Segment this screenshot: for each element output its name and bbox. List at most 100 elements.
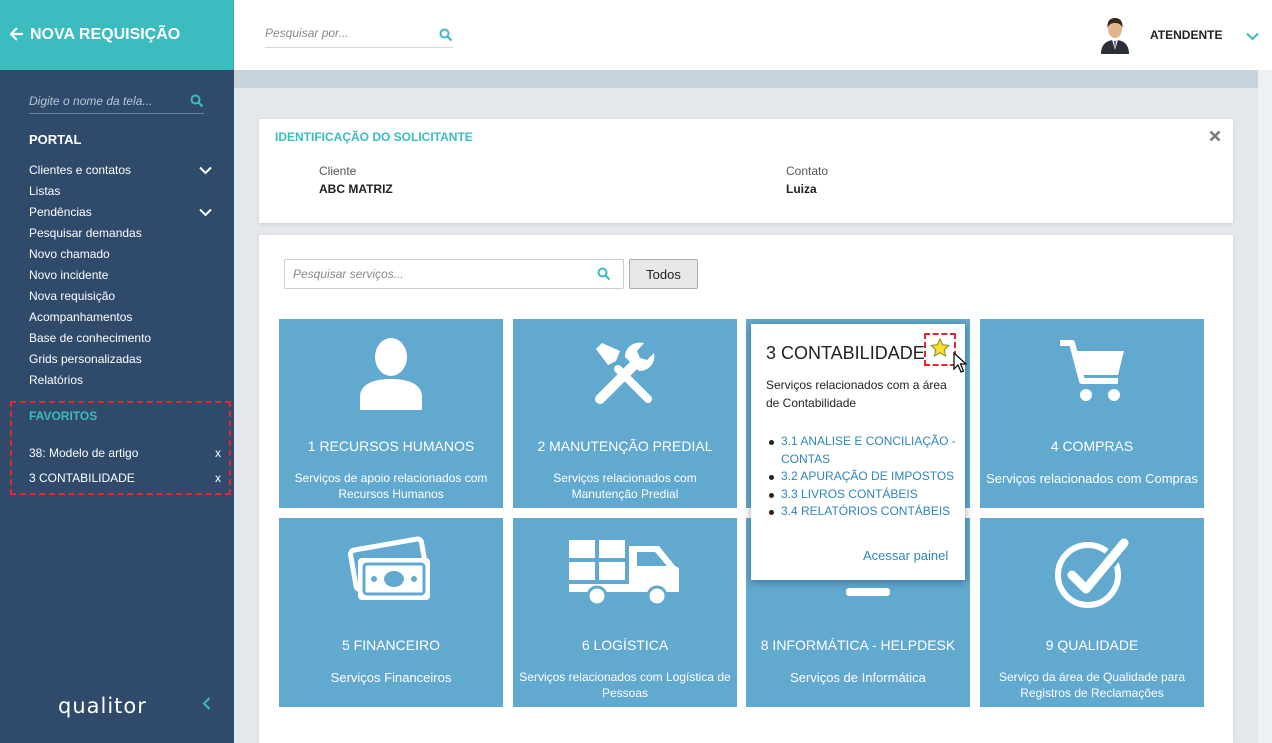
sidebar-item-nova-requisicao[interactable]: Nova requisição — [29, 288, 209, 309]
sidebar-section-title: PORTAL — [29, 132, 82, 147]
service-tile-desc: Serviços Financeiros — [330, 670, 452, 685]
favorite-item-label: 3 CONTABILIDADE — [29, 471, 135, 485]
service-tile-title: 4 COMPRAS — [1050, 438, 1134, 454]
sidebar-item-acompanhamentos[interactable]: Acompanhamentos — [29, 309, 209, 330]
favorites-section: FAVORITOS 38: Modelo de artigo x 3 CONTA… — [10, 401, 231, 495]
popup-description: Serviços relacionados com a área de Cont… — [766, 378, 947, 410]
cart-icon — [980, 327, 1204, 417]
service-tile-desc: Serviços relacionados com Logística de P… — [519, 670, 731, 700]
service-search — [284, 259, 624, 289]
tools-icon — [513, 327, 737, 417]
mouse-cursor-icon — [953, 351, 968, 379]
sidebar-item-label: Relatórios — [29, 373, 84, 387]
service-tile-title: 1 RECURSOS HUMANOS — [307, 438, 475, 454]
qualitor-logo: qualitor — [58, 694, 147, 718]
check-circle-icon — [980, 526, 1204, 616]
sidebar-item-label: Novo chamado — [29, 247, 110, 261]
sidebar-item-label: Listas — [29, 184, 61, 198]
topbar: ATENDENTE — [234, 0, 1272, 70]
service-tile-title: 8 INFORMÁTICA - HELPDESK — [760, 637, 956, 653]
sidebar-item-novo-incidente[interactable]: Novo incidente — [29, 267, 209, 288]
search-icon[interactable] — [190, 94, 204, 113]
sidebar-item-base-conhecimento[interactable]: Base de conhecimento — [29, 330, 209, 351]
subservice-link[interactable]: 3.4 RELATÓRIOS CONTÁBEIS — [766, 503, 961, 521]
subservice-link[interactable]: 3.1 ANALISE E CONCILIAÇÃO - CONTAS — [766, 433, 961, 468]
requester-card: IDENTIFICAÇÃO DO SOLICITANTE Cliente ABC… — [259, 119, 1233, 223]
chevron-down-icon[interactable] — [199, 205, 212, 222]
sidebar-item-label: Base de conhecimento — [29, 331, 152, 345]
favorite-item[interactable]: 3 CONTABILIDADE x — [29, 471, 221, 485]
search-icon[interactable] — [597, 267, 611, 286]
scrollbar[interactable] — [1258, 70, 1272, 743]
top-search — [265, 22, 453, 48]
service-tile-desc: Serviços relacionados com Manutenção Pre… — [553, 471, 697, 501]
service-tile-desc: Serviços de apoio relacionados com Recur… — [294, 471, 488, 501]
subservice-link[interactable]: 3.3 LIVROS CONTÁBEIS — [766, 486, 961, 504]
sidebar-item-clientes[interactable]: Clientes e contatos — [29, 162, 212, 183]
sidebar-item-pendencias[interactable]: Pendências — [29, 204, 212, 225]
sidebar-header-title: NOVA REQUISIÇÃO — [30, 26, 181, 43]
avatar-icon[interactable] — [1100, 16, 1130, 54]
service-search-input[interactable] — [293, 264, 593, 284]
chevron-left-icon[interactable] — [202, 697, 211, 715]
contact-label: Contato — [786, 164, 829, 178]
service-tile-qualidade[interactable]: 9 QUALIDADE Serviço da área de Qualidade… — [980, 518, 1204, 707]
money-icon — [279, 526, 503, 616]
sidebar-item-label: Pendências — [29, 205, 92, 219]
service-tile-desc: Serviço da área de Qualidade para Regist… — [998, 670, 1186, 700]
favorite-item[interactable]: 38: Modelo de artigo x — [29, 446, 221, 460]
chevron-down-icon[interactable] — [1246, 28, 1259, 46]
sidebar-item-novo-chamado[interactable]: Novo chamado — [29, 246, 209, 267]
sidebar-item-label: Acompanhamentos — [29, 310, 133, 324]
sidebar-item-listas[interactable]: Listas — [29, 183, 209, 204]
filter-all-button[interactable]: Todos — [629, 259, 698, 289]
service-tile-desc: Serviços relacionados com Compras — [986, 471, 1198, 486]
client-value: ABC MATRIZ — [319, 182, 393, 196]
service-tile-manutencao-predial[interactable]: 2 MANUTENÇÃO PREDIAL Serviços relacionad… — [513, 319, 737, 508]
service-tile-title: 9 QUALIDADE — [1045, 637, 1139, 653]
header-band — [234, 70, 1258, 88]
sidebar-item-pesquisar-demandas[interactable]: Pesquisar demandas — [29, 225, 209, 246]
favorite-item-label: 38: Modelo de artigo — [29, 446, 139, 460]
star-icon[interactable] — [929, 337, 951, 362]
truck-icon — [513, 526, 737, 616]
popup-subservice-list: 3.1 ANALISE E CONCILIAÇÃO - CONTAS 3.2 A… — [766, 433, 961, 521]
favorite-remove-button[interactable]: x — [215, 471, 221, 485]
search-icon[interactable] — [439, 28, 453, 47]
new-request-back-button[interactable]: NOVA REQUISIÇÃO — [0, 0, 234, 70]
service-tile-title: 5 FINANCEIRO — [341, 637, 440, 653]
sidebar-menu: Clientes e contatos Listas Pendências Pe… — [29, 162, 212, 393]
sidebar-search — [29, 90, 204, 114]
sidebar-item-label: Novo incidente — [29, 268, 109, 282]
favorites-title: FAVORITOS — [29, 409, 98, 423]
top-search-input[interactable] — [265, 22, 430, 44]
service-tile-desc: Serviços de Informática — [790, 670, 926, 685]
requester-title: IDENTIFICAÇÃO DO SOLICITANTE — [275, 130, 473, 144]
contact-value: Luiza — [786, 182, 817, 196]
user-name[interactable]: ATENDENTE — [1150, 28, 1222, 42]
user-icon — [279, 327, 503, 417]
service-tile-title: 6 LOGÍSTICA — [581, 637, 669, 653]
service-tile-compras[interactable]: 4 COMPRAS Serviços relacionados com Comp… — [980, 319, 1204, 508]
sidebar-search-input[interactable] — [29, 90, 179, 112]
sidebar-item-label: Pesquisar demandas — [29, 226, 142, 240]
sidebar-item-label: Nova requisição — [29, 289, 116, 303]
service-tile-financeiro[interactable]: 5 FINANCEIRO Serviços Financeiros — [279, 518, 503, 707]
arrow-left-icon — [9, 25, 24, 46]
service-tile-recursos-humanos[interactable]: 1 RECURSOS HUMANOS Serviços de apoio rel… — [279, 319, 503, 508]
service-popup: 3 CONTABILIDADE Serviços relacionados co… — [751, 324, 965, 580]
service-tile-logistica[interactable]: 6 LOGÍSTICA Serviços relacionados com Lo… — [513, 518, 737, 707]
sidebar-item-relatorios[interactable]: Relatórios — [29, 372, 209, 393]
open-panel-link[interactable]: Acessar painel — [863, 548, 948, 563]
sidebar-item-label: Grids personalizadas — [29, 352, 142, 366]
sidebar-item-label: Clientes e contatos — [29, 163, 132, 177]
favorite-star-button[interactable] — [924, 333, 956, 366]
sidebar-item-grids[interactable]: Grids personalizadas — [29, 351, 209, 372]
close-icon[interactable] — [1209, 129, 1221, 147]
sidebar: NOVA REQUISIÇÃO PORTAL Clientes e contat… — [0, 0, 234, 743]
chevron-down-icon[interactable] — [199, 163, 212, 180]
favorite-remove-button[interactable]: x — [215, 446, 221, 460]
service-tile-title: 2 MANUTENÇÃO PREDIAL — [537, 438, 713, 454]
client-label: Cliente — [319, 164, 357, 178]
subservice-link[interactable]: 3.2 APURAÇÃO DE IMPOSTOS — [766, 468, 961, 486]
